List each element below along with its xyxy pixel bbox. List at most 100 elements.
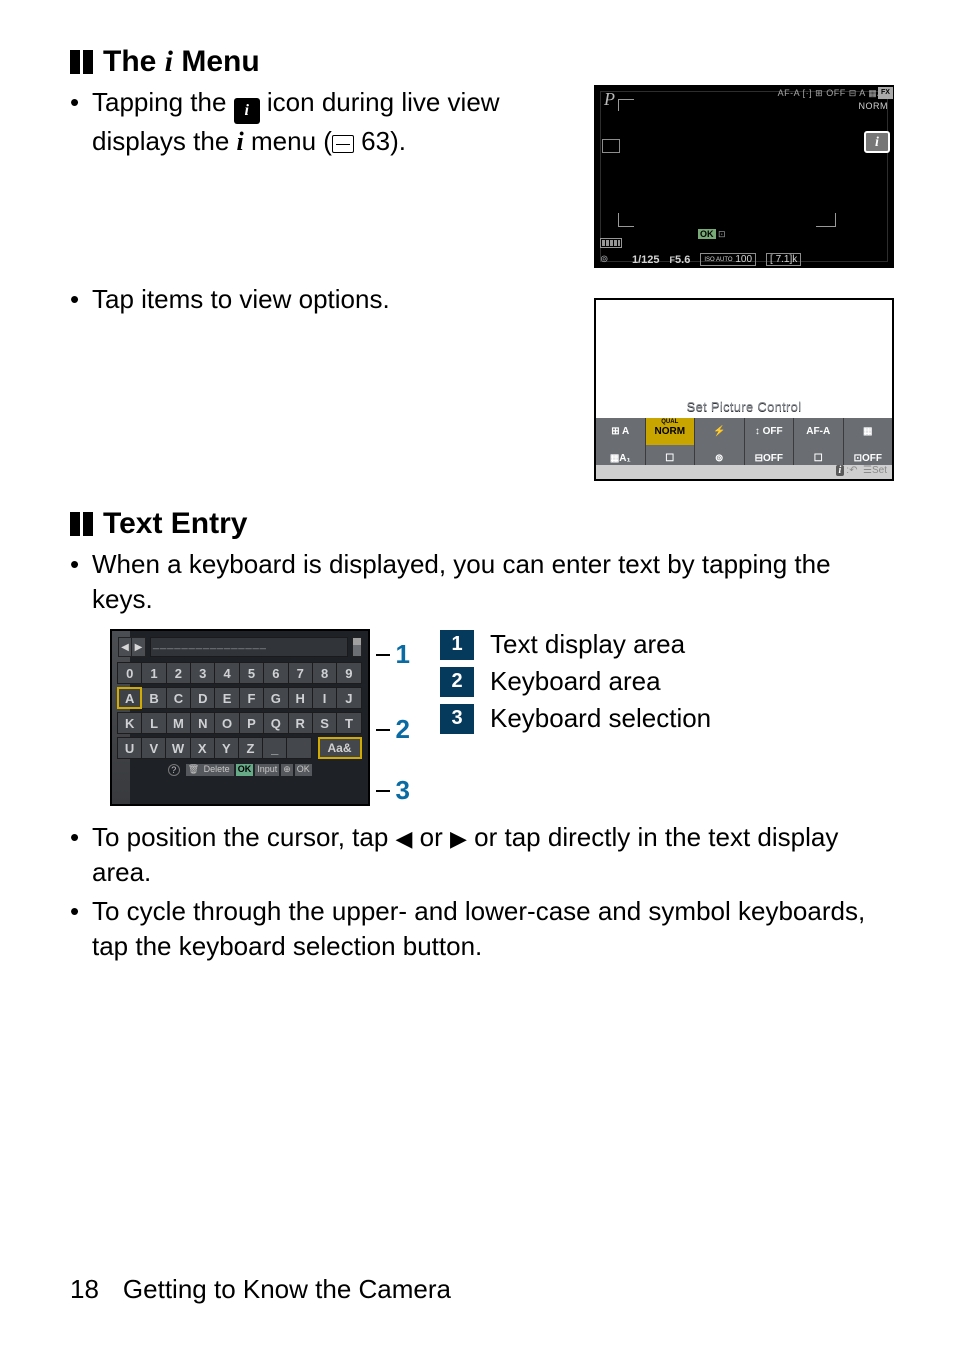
spc-footer: i:↶ ☰Set xyxy=(596,465,892,479)
imenu-bullet-2: • Tap items to view options. xyxy=(70,282,574,317)
textentry-bullet-cursor: • To position the cursor, tap ◀ or ▶ or … xyxy=(70,820,894,890)
heading-imenu: The i Menu xyxy=(70,45,894,79)
spc-cell[interactable]: ⚡ xyxy=(695,418,745,445)
keyboard-key[interactable]: P xyxy=(239,712,264,734)
cursor-arrows[interactable]: ◀▶ xyxy=(118,637,146,657)
page-number: 18 xyxy=(70,1274,99,1305)
ok-hint: OK xyxy=(236,764,254,776)
keyboard-key[interactable]: T xyxy=(336,712,361,734)
section-title: Getting to Know the Camera xyxy=(123,1274,451,1305)
keyboard-key[interactable]: 1 xyxy=(141,662,166,684)
keyboard-key[interactable]: I xyxy=(312,687,337,709)
keyboard-key[interactable]: V xyxy=(141,737,166,759)
i-glyph-icon: i xyxy=(165,45,173,78)
keyboard-key[interactable]: C xyxy=(166,687,191,709)
keyboard-key[interactable]: L xyxy=(141,712,166,734)
keyboard-key[interactable]: Y xyxy=(214,737,239,759)
camera-lcd-set-picture-control: Set Picture Control ⊞ A QUALNORM ⚡ ↕ OFF… xyxy=(594,298,894,481)
keyboard-key[interactable]: Z xyxy=(238,737,263,759)
cursor-left-icon[interactable]: ◀ xyxy=(118,637,132,657)
keyboard-key[interactable]: W xyxy=(165,737,190,759)
keyboard-key[interactable]: 4 xyxy=(214,662,239,684)
keyboard-row-0: 0 1 2 3 4 5 6 7 8 9 xyxy=(118,662,362,684)
keyboard-selection-button[interactable]: Aa& xyxy=(318,737,362,759)
keyboard-legend: 1 Text display area 2 Keyboard area 3 Ke… xyxy=(440,629,894,740)
mode-indicator: P xyxy=(604,89,615,110)
legend-text-1: Text display area xyxy=(490,629,685,660)
keyboard-key[interactable]: G xyxy=(263,687,288,709)
text-display-area[interactable]: ________________ xyxy=(150,637,348,657)
lcd-bottom-bar: 1/125 F5.6 ISO AUTO 100 [ 7.1]k xyxy=(632,253,888,266)
heading-textentry: Text Entry xyxy=(70,507,894,541)
keyboard-key[interactable]: 3 xyxy=(190,662,215,684)
battery-icon xyxy=(600,238,622,248)
norm-badge: NORM xyxy=(859,101,889,111)
heading-textentry-text: Text Entry xyxy=(103,507,247,541)
keyboard-key[interactable]: F xyxy=(239,687,264,709)
lcd-left-icon xyxy=(602,139,620,153)
left-arrow-icon: ◀ xyxy=(396,826,413,851)
keyboard-key[interactable]: N xyxy=(190,712,215,734)
keyboard-key[interactable]: 2 xyxy=(166,662,191,684)
settings-icon: ⊚ xyxy=(600,254,608,265)
iso-value: ISO AUTO 100 xyxy=(700,253,756,266)
keyboard-key[interactable]: 0 xyxy=(117,662,142,684)
keyboard-row-2: K L M N O P Q R S T xyxy=(118,712,362,734)
input-hint: Input xyxy=(255,764,279,776)
heading-imenu-text: The i Menu xyxy=(103,45,260,79)
aperture-value: F5.6 xyxy=(670,254,691,266)
keyboard-key[interactable]: 8 xyxy=(312,662,337,684)
ok-end-hint: OK xyxy=(295,764,312,776)
keyboard-key[interactable]: U xyxy=(117,737,142,759)
legend-text-2: Keyboard area xyxy=(490,666,661,697)
keyboard-key[interactable]: B xyxy=(141,687,166,709)
cursor-right-icon[interactable]: ▶ xyxy=(132,637,146,657)
right-arrow-icon: ▶ xyxy=(450,826,467,851)
keyboard-key[interactable]: H xyxy=(288,687,313,709)
keyboard-key[interactable]: S xyxy=(312,712,337,734)
callout-3-icon: 3 xyxy=(396,775,410,806)
keyboard-key[interactable]: 9 xyxy=(336,662,361,684)
keyboard-key-selected[interactable]: A xyxy=(117,687,142,709)
callout-1-icon: 1 xyxy=(396,639,410,670)
keyboard-footer: ? 🗑 Delete OKInput ⊕OK xyxy=(118,764,362,776)
keyboard-callouts: 1 2 3 xyxy=(370,629,410,806)
keyboard-key[interactable]: X xyxy=(190,737,215,759)
spc-cell[interactable]: ↕ OFF xyxy=(745,418,795,445)
keyboard-key[interactable]: Q xyxy=(263,712,288,734)
keyboard-key[interactable]: E xyxy=(214,687,239,709)
keyboard-row-3: U V W X Y Z _ Aa& xyxy=(118,737,362,759)
i-menu-icon: i xyxy=(234,98,260,124)
scrollbar-icon[interactable] xyxy=(352,637,362,657)
spc-row-1: ⊞ A QUALNORM ⚡ ↕ OFF AF-A ▦ xyxy=(596,418,892,445)
keyboard-key[interactable]: 6 xyxy=(263,662,288,684)
fx-badge-icon: FX xyxy=(878,87,893,99)
legend-text-3: Keyboard selection xyxy=(490,703,711,734)
delete-hint: 🗑 Delete xyxy=(186,764,234,776)
spc-cell[interactable]: AF-A xyxy=(794,418,844,445)
imenu-bullet-1: • Tapping the i icon during live view di… xyxy=(70,85,574,159)
spc-cell-selected[interactable]: QUALNORM xyxy=(646,418,696,445)
keyboard-key[interactable]: R xyxy=(288,712,313,734)
spc-cell[interactable]: ⊞ A xyxy=(596,418,646,445)
spc-title: Set Picture Control xyxy=(596,399,892,414)
keyboard-key[interactable]: O xyxy=(214,712,239,734)
keyboard-row-1: A B C D E F G H I J xyxy=(118,687,362,709)
camera-lcd-liveview: P AF-A [·] ⊞ OFF ⊟ A ▦A₀ FX NORM i OK ⊡ … xyxy=(594,85,894,268)
legend-num-2: 2 xyxy=(440,667,474,697)
keyboard-key[interactable]: 7 xyxy=(288,662,313,684)
textentry-intro: • When a keyboard is displayed, you can … xyxy=(70,547,894,617)
keyboard-key[interactable]: D xyxy=(190,687,215,709)
keyboard-spacer xyxy=(286,737,311,759)
keyboard-key[interactable]: _ xyxy=(262,737,287,759)
callout-2-icon: 2 xyxy=(396,714,410,745)
spc-cell[interactable]: ▦ xyxy=(844,418,893,445)
keyboard-key[interactable]: K xyxy=(117,712,142,734)
lcd-top-icons: AF-A [·] ⊞ OFF ⊟ A ▦A₀ xyxy=(778,88,888,99)
page-ref-icon xyxy=(332,135,354,153)
keyboard-key[interactable]: M xyxy=(166,712,191,734)
shutter-value: 1/125 xyxy=(632,254,660,266)
i-menu-button[interactable]: i xyxy=(864,131,890,153)
keyboard-key[interactable]: 5 xyxy=(239,662,264,684)
keyboard-key[interactable]: J xyxy=(336,687,361,709)
